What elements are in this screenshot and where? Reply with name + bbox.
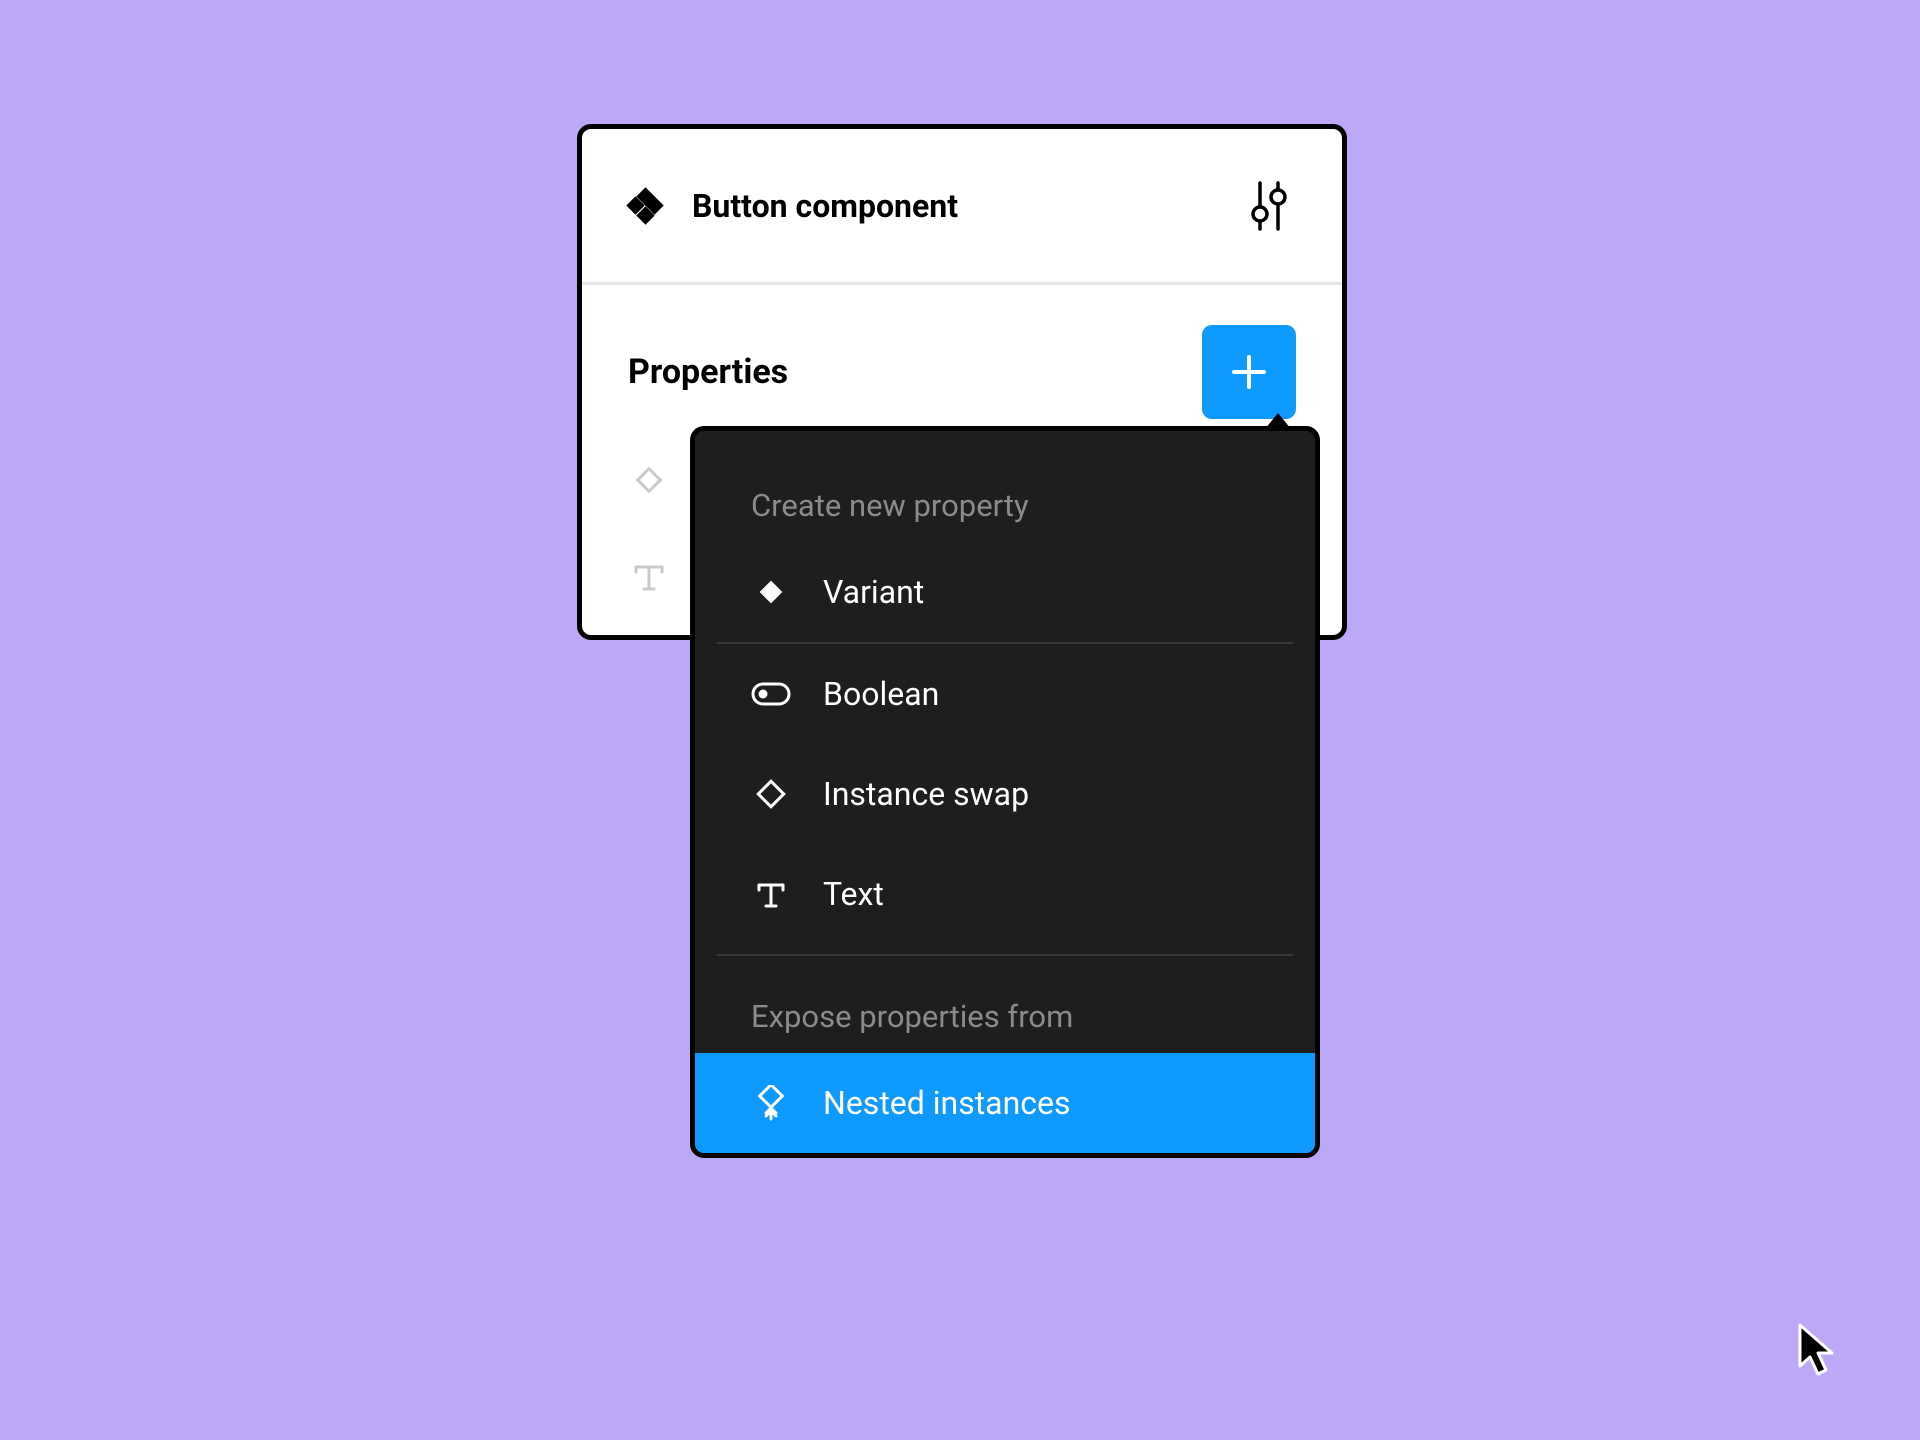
properties-heading: Properties (628, 352, 788, 392)
menu-item-label: Text (823, 875, 884, 913)
instance-swap-icon (751, 774, 791, 814)
menu-item-variant[interactable]: Variant (695, 542, 1315, 642)
menu-item-boolean[interactable]: Boolean (695, 644, 1315, 744)
diamond-icon (628, 459, 670, 501)
menu-item-label: Instance swap (823, 775, 1029, 813)
nested-instances-icon (751, 1083, 791, 1123)
mouse-cursor-icon (1797, 1322, 1841, 1384)
variant-icon (751, 572, 791, 612)
menu-item-nested-instances[interactable]: Nested instances (695, 1053, 1315, 1153)
menu-item-text[interactable]: Text (695, 844, 1315, 944)
panel-title: Button component (692, 187, 958, 225)
dropdown-section-label: Create new property (695, 441, 1315, 524)
add-property-button[interactable] (1202, 325, 1296, 419)
component-set-icon (628, 189, 662, 223)
menu-item-label: Nested instances (823, 1084, 1070, 1122)
boolean-icon (751, 674, 791, 714)
text-icon (628, 555, 670, 597)
adjust-sliders-icon[interactable] (1246, 181, 1292, 231)
menu-item-instance-swap[interactable]: Instance swap (695, 744, 1315, 844)
menu-item-label: Variant (823, 573, 924, 611)
add-property-dropdown: Create new property Variant Boolean (690, 426, 1320, 1158)
text-icon (751, 874, 791, 914)
dropdown-section-label: Expose properties from (695, 956, 1315, 1035)
panel-header: Button component (582, 129, 1342, 285)
menu-item-label: Boolean (823, 675, 939, 713)
